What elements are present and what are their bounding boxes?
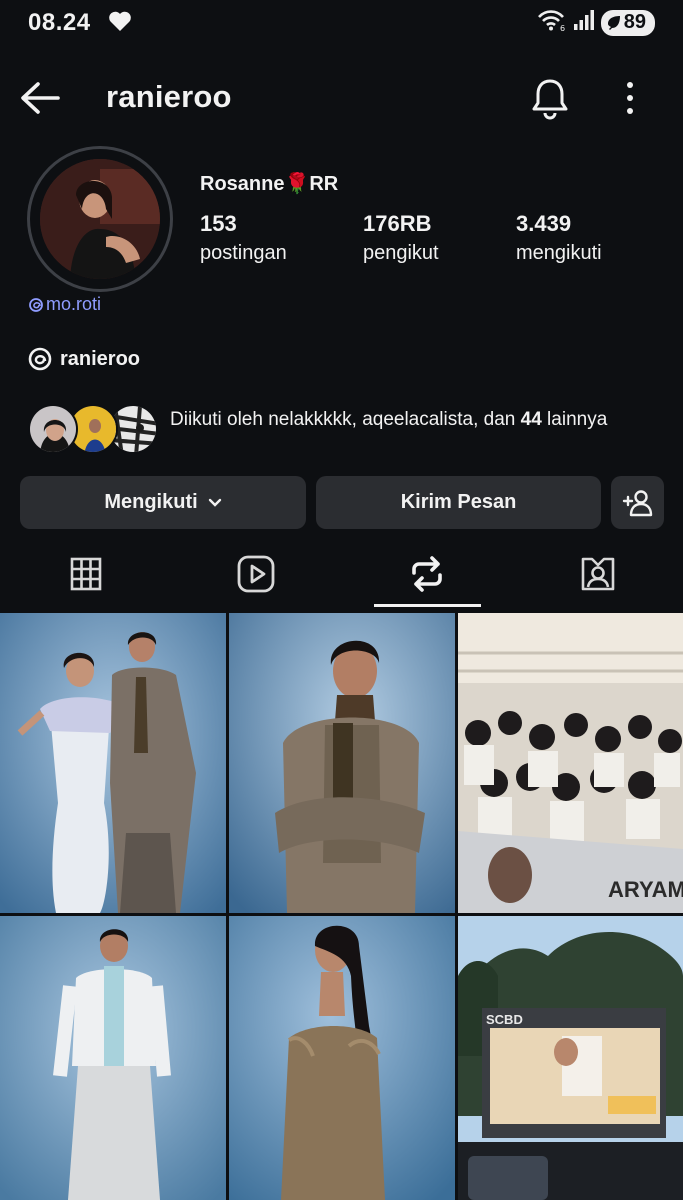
stat-followers-label: pengikut: [363, 242, 439, 264]
tab-reels[interactable]: [191, 540, 321, 608]
status-bar: 08.24 6 89: [0, 0, 683, 46]
battery-level: 89: [623, 11, 646, 33]
signal-icon: [573, 9, 595, 36]
posts-grid: ARYAMOI: [0, 613, 683, 1200]
mutual-avatars: [28, 404, 158, 456]
battery-indicator: 89: [600, 9, 655, 36]
back-button[interactable]: [18, 78, 62, 118]
post-thumbnail[interactable]: ARYAMOI: [458, 613, 683, 913]
avatar: [28, 404, 78, 454]
followed-by-count: 44: [520, 409, 542, 430]
stat-posts[interactable]: 153 postingan: [200, 211, 287, 265]
heart-icon: [108, 10, 132, 37]
header-username: ranieroo: [106, 79, 232, 114]
post-thumbnail[interactable]: [229, 613, 455, 913]
suggested-users-button[interactable]: [611, 476, 664, 529]
svg-text:6: 6: [560, 24, 565, 32]
arrow-left-icon: [21, 82, 60, 114]
grid-icon: [70, 557, 102, 591]
threads-profile-link[interactable]: ranieroo: [28, 346, 140, 372]
post-overlay-text: SCBD: [486, 1012, 523, 1027]
stat-followers-value: 176RB: [363, 211, 432, 236]
post-thumbnail[interactable]: SCBD: [458, 916, 683, 1200]
more-vertical-icon: [627, 82, 633, 114]
stat-following-value: 3.439: [516, 211, 572, 236]
threads-handle: ranieroo: [60, 347, 141, 370]
status-time: 08.24: [28, 9, 91, 36]
active-tab-indicator: [374, 604, 481, 607]
more-options-button[interactable]: [618, 78, 642, 118]
post-thumbnail[interactable]: [229, 916, 455, 1200]
profile-avatar[interactable]: [27, 146, 173, 292]
followed-by-suffix: lainnya: [541, 409, 608, 430]
tab-grid[interactable]: [21, 540, 151, 608]
avatar-image: [40, 159, 160, 279]
post-overlay-text: ARYAMOI: [608, 877, 683, 902]
stat-followers[interactable]: 176RB pengikut: [363, 211, 439, 265]
threads-note-link[interactable]: mo.roti: [28, 294, 101, 315]
threads-icon: [29, 297, 43, 312]
charging-icon: [607, 15, 620, 30]
stat-posts-label: postingan: [200, 242, 287, 264]
message-button[interactable]: Kirim Pesan: [316, 476, 601, 529]
followed-by-text: Diikuti oleh nelakkkkk, aqeelacalista, d…: [170, 407, 630, 432]
following-button[interactable]: Mengikuti: [20, 476, 306, 529]
tab-tagged[interactable]: [533, 540, 663, 608]
status-icons: 6 89: [537, 8, 655, 37]
tab-reposts[interactable]: [362, 540, 492, 608]
display-name: Rosanne🌹RR: [200, 173, 339, 195]
reels-icon: [237, 555, 275, 593]
stat-posts-value: 153: [200, 211, 237, 236]
following-button-label: Mengikuti: [104, 491, 198, 513]
bell-icon: [532, 79, 568, 120]
mutual-followers[interactable]: Diikuti oleh nelakkkkk, aqeelacalista, d…: [28, 404, 668, 456]
add-person-icon: [622, 489, 652, 516]
post-thumbnail[interactable]: [0, 916, 226, 1200]
threads-icon: [28, 347, 52, 371]
stat-following-label: mengikuti: [516, 242, 602, 264]
profile-tabs: [0, 540, 683, 608]
threads-note-text: mo.roti: [46, 294, 102, 314]
message-button-label: Kirim Pesan: [400, 491, 517, 513]
notifications-button[interactable]: [530, 76, 570, 120]
post-thumbnail[interactable]: [0, 613, 226, 913]
tagged-icon: [581, 557, 615, 591]
profile-header: ranieroo: [0, 64, 683, 132]
stat-following[interactable]: 3.439 mengikuti: [516, 211, 602, 265]
chevron-down-icon: [208, 498, 221, 507]
repost-icon: [412, 556, 442, 592]
followed-by-prefix: Diikuti oleh nelakkkkk, aqeelacalista, d…: [170, 409, 521, 430]
wifi-icon: 6: [537, 8, 567, 37]
